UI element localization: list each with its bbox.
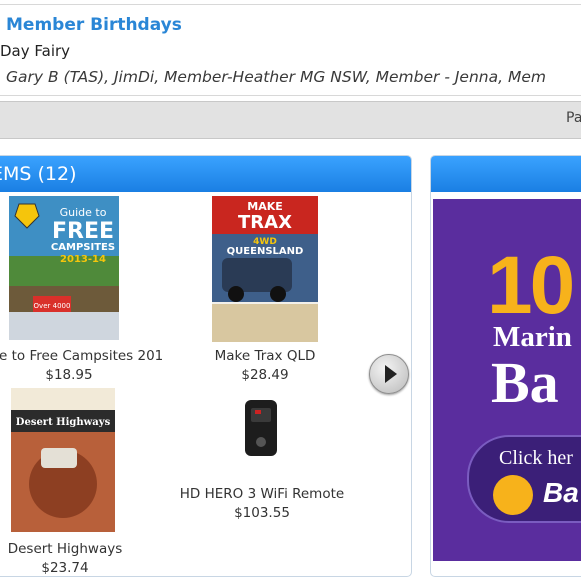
ad-cta-button[interactable]: Click her Ba bbox=[467, 435, 581, 523]
product-free-campsites[interactable]: e to Free Campsites 201 $18.95 bbox=[0, 348, 163, 383]
product-desert-highways[interactable]: Desert Highways $23.74 bbox=[0, 541, 135, 576]
product-name[interactable]: Desert Highways bbox=[0, 541, 135, 557]
product-price: $28.49 bbox=[241, 367, 289, 383]
items-panel: EMS (12) Guide to FREE CAMPSITES 2013-14… bbox=[0, 155, 412, 577]
items-title: EMS (12) bbox=[0, 163, 77, 185]
product-image-hero3-remote[interactable] bbox=[241, 398, 281, 460]
cover-text: FREE bbox=[52, 219, 114, 244]
ad-header bbox=[431, 156, 581, 192]
play-arrow-icon bbox=[385, 365, 397, 383]
product-price: $18.95 bbox=[45, 367, 93, 383]
birthday-subtitle: Day Fairy bbox=[0, 42, 71, 60]
birthday-member-list[interactable]: Gary B (TAS), JimDi, Member-Heather MG N… bbox=[6, 68, 546, 86]
cover-text: CAMPSITES bbox=[51, 242, 115, 253]
next-button[interactable] bbox=[369, 354, 409, 394]
product-price: $23.74 bbox=[41, 560, 89, 576]
pagination-bar: Pa bbox=[0, 101, 581, 139]
product-price: $103.55 bbox=[234, 505, 290, 521]
ad-panel: 10 Marin Ba Click her Ba bbox=[430, 155, 581, 577]
product-name[interactable]: HD HERO 3 WiFi Remote bbox=[177, 486, 347, 502]
cover-text: QUEENSLAND bbox=[227, 246, 304, 257]
cover-text: Over 4000 bbox=[34, 302, 71, 310]
product-hero3-remote[interactable]: HD HERO 3 WiFi Remote $103.55 bbox=[177, 486, 347, 521]
ad-banner[interactable]: 10 Marin Ba Click her Ba bbox=[433, 199, 581, 561]
ad-line-2: Ba bbox=[491, 350, 559, 415]
product-name[interactable]: Make Trax QLD bbox=[195, 348, 335, 364]
cover-text: Desert Highways bbox=[16, 417, 111, 428]
product-make-trax[interactable]: Make Trax QLD $28.49 bbox=[195, 348, 335, 383]
product-image-make-trax[interactable]: MAKE TRAX 4WD QUEENSLAND bbox=[212, 196, 318, 342]
product-image-desert-highways[interactable]: Desert Highways bbox=[11, 388, 115, 532]
ad-logo-text: Ba bbox=[543, 477, 579, 508]
cover-text: Guide to bbox=[60, 206, 107, 219]
product-image-free-campsites[interactable]: Guide to FREE CAMPSITES 2013-14 Over 400… bbox=[9, 196, 119, 340]
pagination-text[interactable]: Pa bbox=[566, 110, 581, 126]
ad-cta-label: Click her bbox=[499, 447, 573, 469]
items-header: EMS (12) bbox=[0, 156, 411, 192]
member-birthdays-panel: Member Birthdays Day Fairy Gary B (TAS),… bbox=[0, 4, 581, 96]
cover-text: TRAX bbox=[238, 212, 292, 233]
ad-headline-number: 10 bbox=[487, 240, 575, 331]
product-name[interactable]: e to Free Campsites 201 bbox=[0, 348, 163, 364]
member-birthdays-title[interactable]: Member Birthdays bbox=[6, 15, 182, 35]
cover-text: 2013-14 bbox=[60, 254, 106, 265]
ad-logo-icon bbox=[493, 475, 533, 515]
